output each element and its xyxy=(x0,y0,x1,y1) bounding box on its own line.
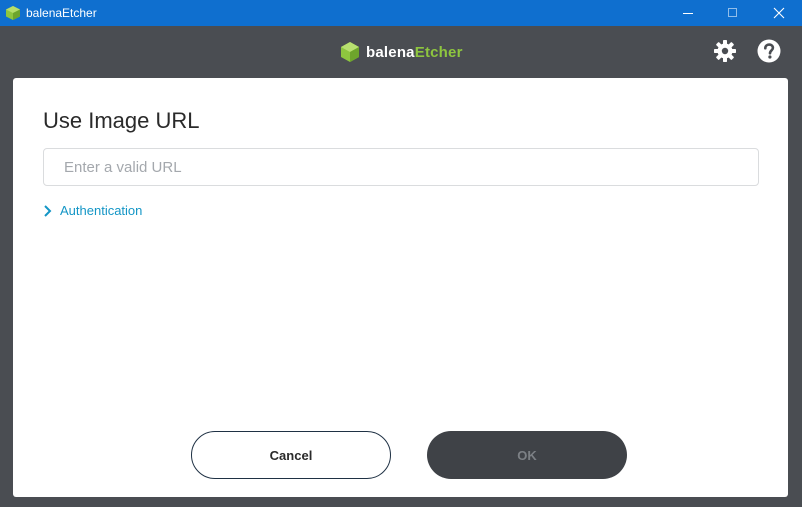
brand-suffix: Etcher xyxy=(414,43,463,61)
settings-button[interactable] xyxy=(713,39,737,63)
help-question-icon xyxy=(757,39,781,63)
ok-button[interactable]: OK xyxy=(427,431,627,479)
minimize-button[interactable] xyxy=(665,0,711,26)
app-header: balenaEtcher xyxy=(0,26,802,78)
close-icon xyxy=(773,7,785,19)
close-button[interactable] xyxy=(756,0,802,26)
maximize-button[interactable] xyxy=(710,0,756,26)
etcher-app-icon xyxy=(6,6,20,20)
authentication-toggle[interactable]: Authentication xyxy=(43,203,142,218)
dialog-title: Use Image URL xyxy=(43,108,200,133)
chevron-right-icon xyxy=(44,204,52,217)
window-title: balenaEtcher xyxy=(26,6,97,20)
brand-prefix: balena xyxy=(366,43,415,61)
url-input[interactable] xyxy=(43,148,759,186)
etcher-cube-icon xyxy=(341,42,359,62)
minimize-icon xyxy=(683,13,693,14)
help-button[interactable] xyxy=(757,39,781,63)
balena-etcher-logo: balenaEtcher xyxy=(340,40,463,64)
cancel-button[interactable]: Cancel xyxy=(191,431,391,479)
brand-name: balenaEtcher xyxy=(366,44,463,61)
authentication-label: Authentication xyxy=(60,203,143,218)
maximize-icon xyxy=(728,8,737,17)
use-image-url-dialog: Use Image URL Authentication Cancel OK xyxy=(13,78,788,497)
settings-gear-icon xyxy=(714,40,736,62)
window-titlebar: balenaEtcher xyxy=(0,0,802,26)
